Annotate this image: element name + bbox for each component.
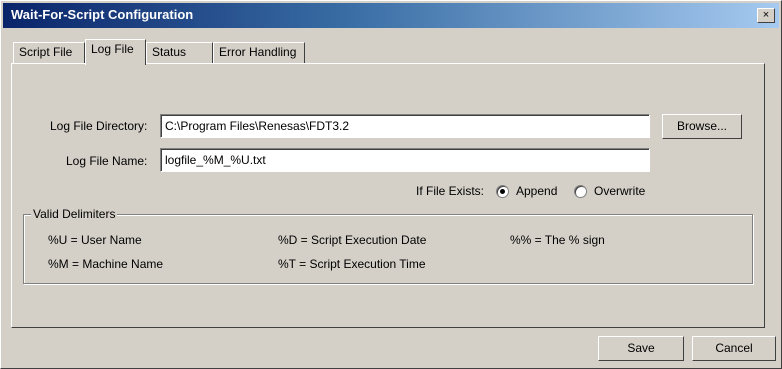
delimiter-date: %D = Script Execution Date bbox=[278, 233, 427, 247]
valid-delimiters-group: Valid Delimiters %U = User Name %M = Mac… bbox=[23, 207, 753, 284]
tab-label: Script File bbox=[19, 45, 73, 59]
delimiter-time: %T = Script Execution Time bbox=[278, 257, 426, 271]
tab-error-handling[interactable]: Error Handling bbox=[213, 42, 305, 64]
selected-dot bbox=[500, 189, 505, 194]
log-name-field[interactable]: logfile_%M_%U.txt bbox=[160, 148, 650, 172]
if-file-exists-label: If File Exists: bbox=[416, 184, 485, 198]
tab-status-file[interactable]: Status File bbox=[146, 42, 213, 78]
tab-log-file[interactable]: Log File bbox=[85, 39, 146, 65]
save-button[interactable]: Save bbox=[598, 336, 684, 361]
tab-label: Error Handling bbox=[219, 45, 297, 59]
delimiter-user: %U = User Name bbox=[48, 233, 142, 247]
title-bar: Wait-For-Script Configuration × bbox=[3, 3, 779, 28]
overwrite-radio[interactable] bbox=[574, 185, 587, 198]
append-radio[interactable] bbox=[496, 185, 509, 198]
append-label[interactable]: Append bbox=[516, 184, 557, 198]
delimiter-machine: %M = Machine Name bbox=[48, 257, 164, 271]
config-dialog: Wait-For-Script Configuration × Script F… bbox=[0, 0, 782, 369]
log-name-label: Log File Name: bbox=[66, 154, 148, 168]
tab-label: Log File bbox=[91, 42, 134, 56]
close-icon: × bbox=[762, 9, 770, 21]
cancel-button[interactable]: Cancel bbox=[692, 336, 776, 361]
close-button[interactable]: × bbox=[757, 8, 775, 23]
window-title: Wait-For-Script Configuration bbox=[11, 7, 194, 22]
group-title: Valid Delimiters bbox=[31, 207, 118, 221]
delimiter-percent: %% = The % sign bbox=[510, 233, 605, 247]
log-directory-field[interactable]: C:\Program Files\Renesas\FDT3.2 bbox=[160, 114, 650, 138]
log-file-panel: Log File Directory: C:\Program Files\Ren… bbox=[11, 63, 765, 328]
browse-button[interactable]: Browse... bbox=[662, 114, 742, 139]
log-directory-label: Log File Directory: bbox=[50, 119, 148, 133]
tab-script-file[interactable]: Script File bbox=[13, 42, 85, 64]
overwrite-label[interactable]: Overwrite bbox=[594, 184, 645, 198]
